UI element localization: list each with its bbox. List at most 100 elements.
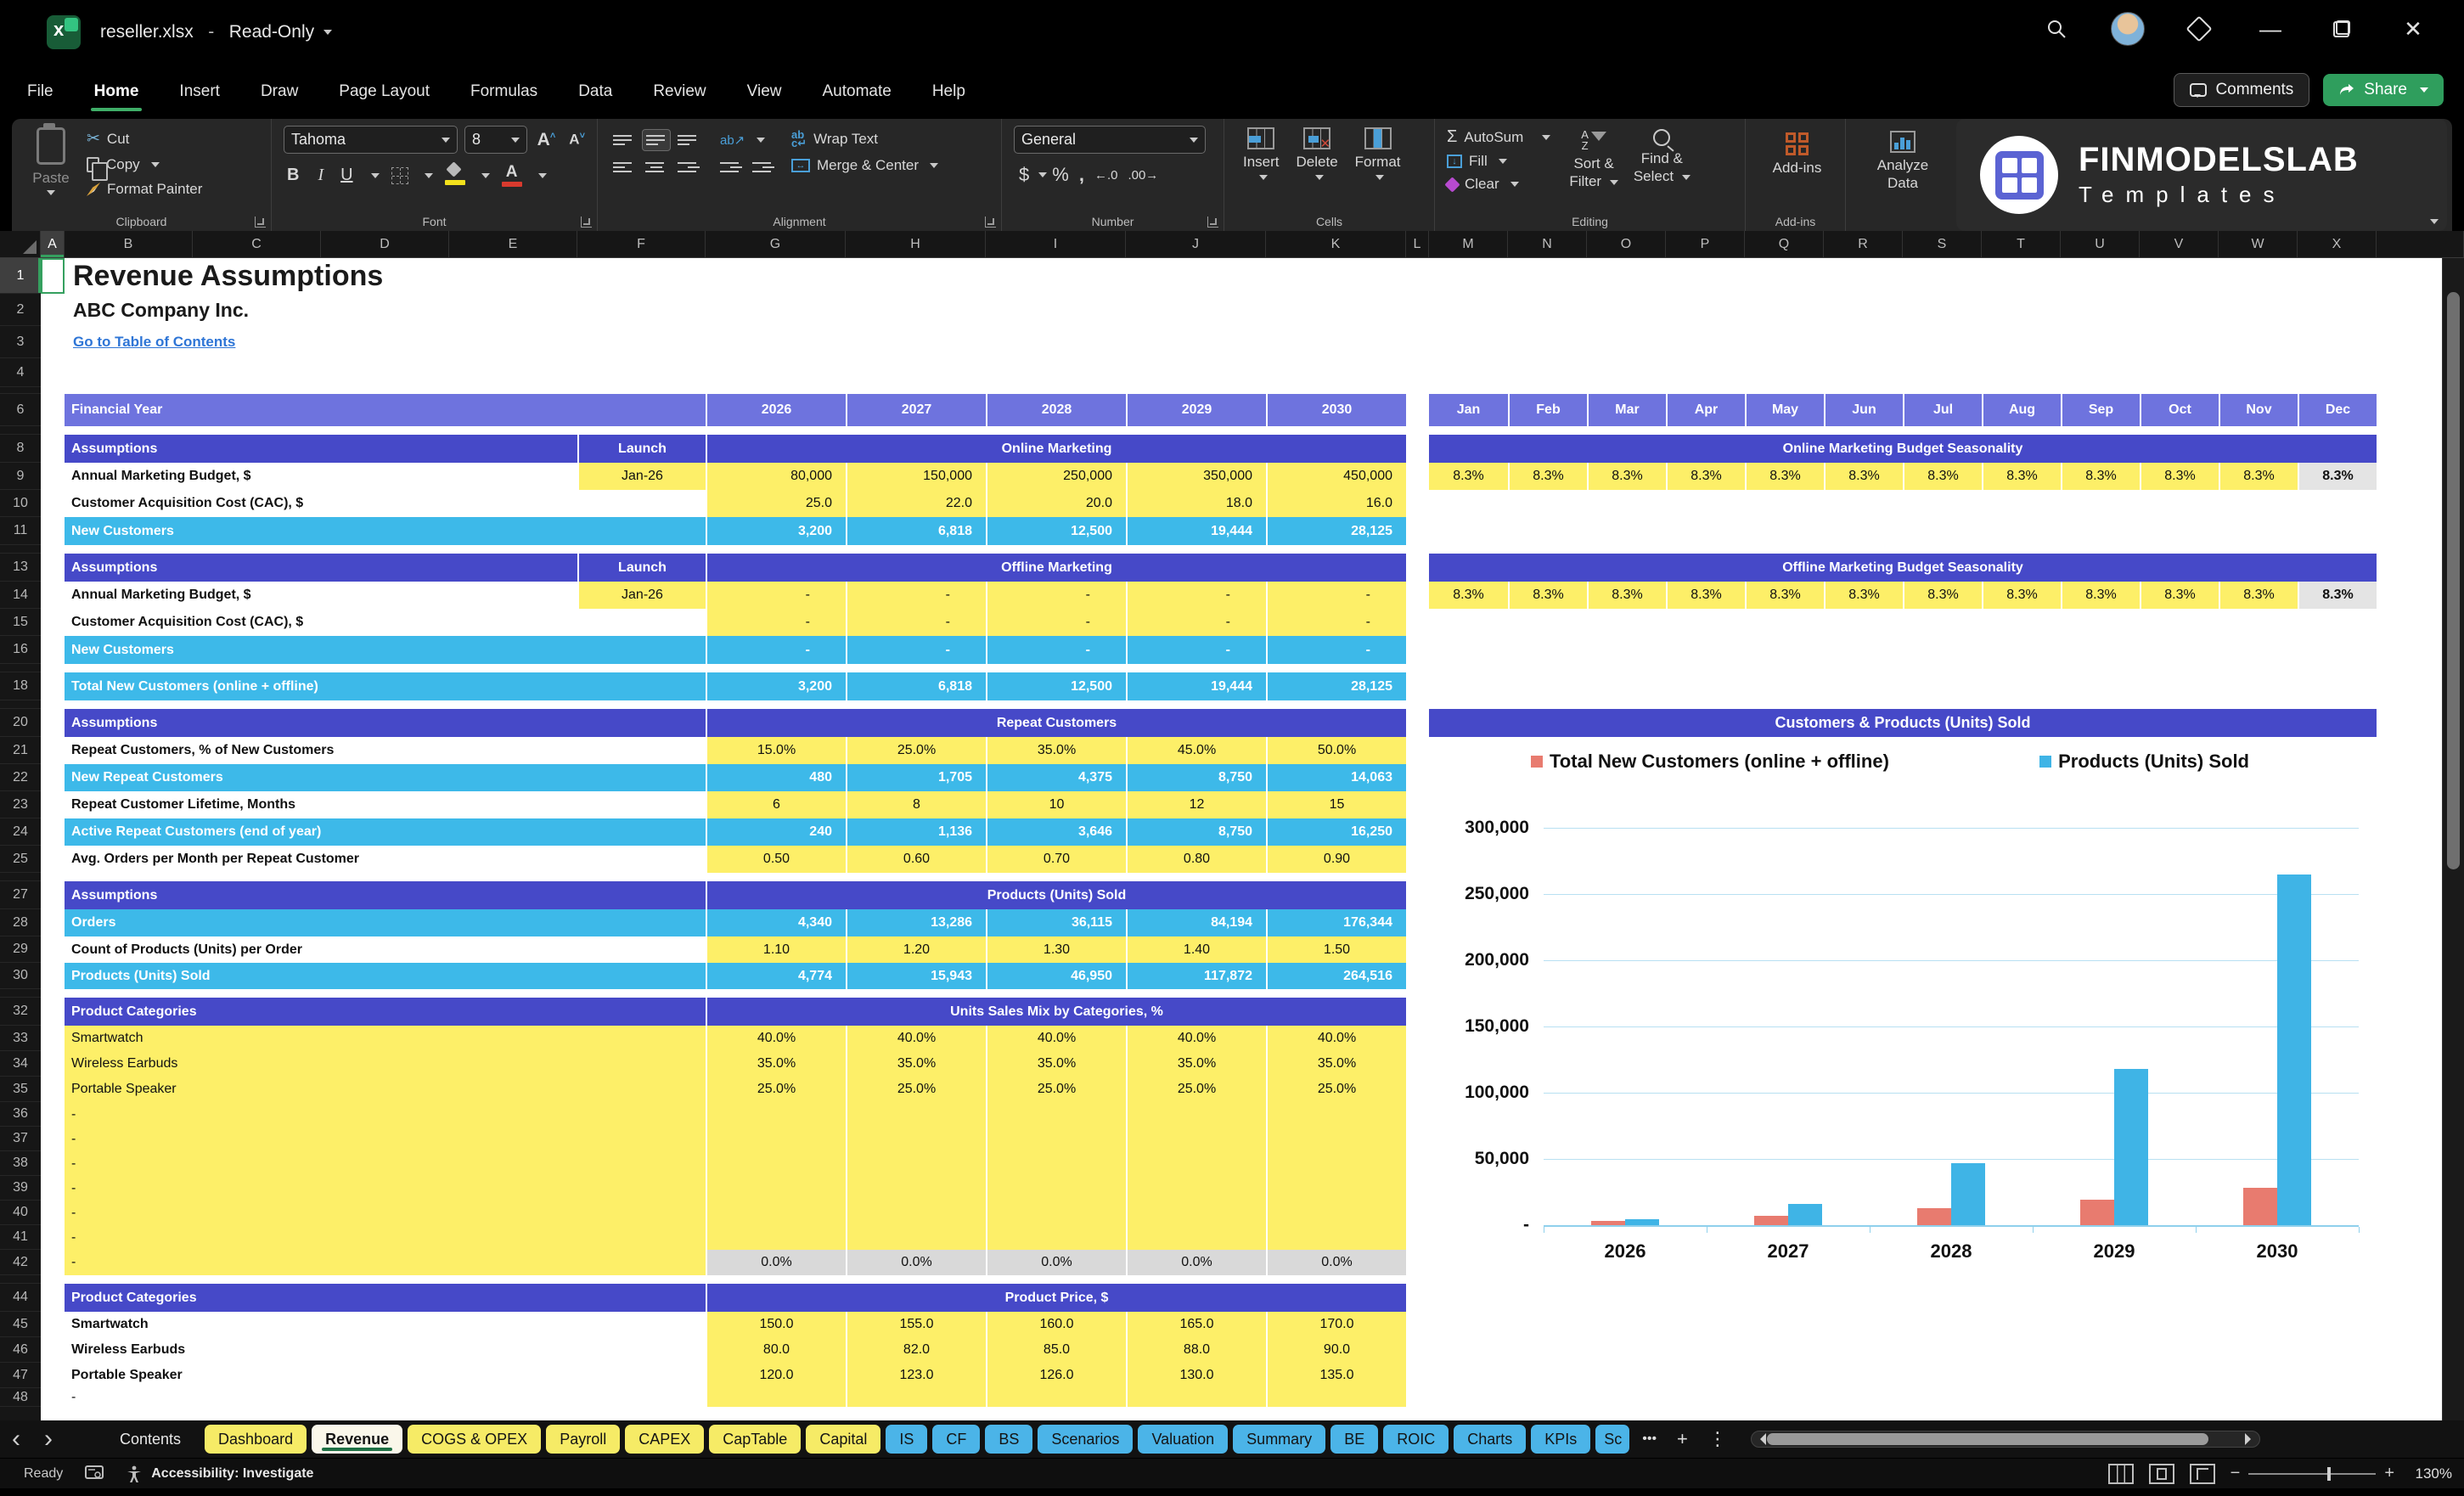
hscroll-right-icon[interactable] [2244, 1433, 2257, 1445]
row-header-17[interactable] [0, 664, 41, 672]
tab-options-icon[interactable]: ⋮ [1698, 1428, 1737, 1450]
select-all-corner[interactable] [0, 231, 41, 257]
calc-cell[interactable]: 28,125 [1266, 672, 1406, 700]
align-right-icon[interactable] [674, 156, 703, 178]
tab-draw[interactable]: Draw [259, 77, 300, 106]
align-middle-icon[interactable] [642, 129, 671, 151]
orientation-icon[interactable]: ab↗ [717, 129, 745, 151]
input-cell[interactable]: 120.0 [706, 1363, 846, 1388]
calc-cell[interactable]: 6,818 [846, 672, 986, 700]
sheet-tab-roic[interactable]: ROIC [1383, 1425, 1449, 1454]
collapse-ribbon-icon[interactable] [2426, 214, 2439, 229]
zoom-out-icon[interactable]: − [2231, 1464, 2241, 1483]
category-label[interactable]: - [65, 1102, 706, 1127]
increase-decimal-icon[interactable]: ←.0 [1089, 168, 1123, 183]
row-header-20[interactable]: 20 [0, 709, 41, 737]
input-cell[interactable]: 8 [846, 791, 986, 818]
column-header-B[interactable]: B [65, 231, 193, 257]
input-cell[interactable]: 6 [706, 791, 846, 818]
input-cell[interactable] [706, 1201, 846, 1225]
calc-cell[interactable]: 4,375 [986, 764, 1126, 791]
calc-cell[interactable]: 176,344 [1266, 909, 1406, 936]
input-cell[interactable] [1126, 1388, 1266, 1407]
calc-cell[interactable]: 1,136 [846, 818, 986, 846]
input-cell[interactable]: 16.0 [1266, 490, 1406, 517]
normal-view-icon[interactable] [2107, 1463, 2134, 1484]
input-cell[interactable]: - [706, 582, 846, 609]
tabs-scroll-left-icon[interactable]: ‹ [0, 1426, 32, 1452]
cell-A15[interactable] [41, 609, 65, 636]
row-header-19[interactable] [0, 700, 41, 709]
addins-button[interactable]: Add-ins [1758, 126, 1837, 177]
italic-button[interactable]: I [314, 166, 327, 185]
input-cell[interactable]: 165.0 [1126, 1312, 1266, 1337]
clear-button[interactable]: Clear [1444, 176, 1550, 193]
total-cell[interactable]: 0.0% [1266, 1250, 1406, 1275]
cell-A36[interactable] [41, 1102, 65, 1127]
input-cell[interactable] [986, 1102, 1126, 1127]
seasonality-cell[interactable]: 8.3% [1508, 582, 1587, 609]
column-header-N[interactable]: N [1508, 231, 1587, 257]
cell-A44[interactable] [41, 1284, 65, 1312]
tab-page-layout[interactable]: Page Layout [337, 77, 431, 106]
calc-cell[interactable]: - [986, 636, 1126, 664]
copy-button[interactable]: Copy [87, 156, 202, 181]
find-select-button[interactable]: Find & Select [1634, 127, 1690, 191]
cell-A29[interactable] [41, 936, 65, 963]
align-top-icon[interactable] [610, 129, 639, 151]
tabs-overflow-icon[interactable]: ••• [1632, 1431, 1667, 1447]
tab-help[interactable]: Help [931, 77, 967, 106]
cell-A21[interactable] [41, 737, 65, 764]
calc-cell[interactable]: 36,115 [986, 909, 1126, 936]
seasonality-cell[interactable]: 8.3% [1666, 582, 1745, 609]
fill-color-button[interactable] [444, 166, 465, 185]
cell-A42[interactable] [41, 1250, 65, 1275]
calc-cell[interactable]: 480 [706, 764, 846, 791]
vertical-scrollbar[interactable] [2442, 258, 2464, 1420]
decrease-decimal-icon[interactable]: .00→ [1122, 168, 1163, 183]
cell-A46[interactable] [41, 1337, 65, 1363]
comma-format-icon[interactable]: , [1074, 164, 1089, 186]
cell-A25[interactable] [41, 846, 65, 873]
row-header-25[interactable]: 25 [0, 846, 41, 873]
input-cell[interactable]: - [986, 609, 1126, 636]
seasonality-cell[interactable]: 8.3% [1982, 463, 2061, 490]
align-left-icon[interactable] [610, 156, 639, 178]
input-cell[interactable]: 35.0% [1126, 1051, 1266, 1077]
column-header-R[interactable]: R [1824, 231, 1903, 257]
calc-cell[interactable]: 3,200 [706, 672, 846, 700]
cell-A10[interactable] [41, 490, 65, 517]
input-cell[interactable] [986, 1388, 1126, 1407]
category-label[interactable]: - [65, 1127, 706, 1151]
column-header-V[interactable]: V [2140, 231, 2219, 257]
row-header-12[interactable] [0, 545, 41, 554]
hscroll-left-icon[interactable] [1754, 1433, 1766, 1445]
calc-cell[interactable]: 14,063 [1266, 764, 1406, 791]
input-cell[interactable]: 25.0% [846, 737, 986, 764]
seasonality-cell[interactable]: 8.3% [1429, 463, 1508, 490]
row-header-15[interactable]: 15 [0, 609, 41, 636]
category-label[interactable]: - [65, 1225, 706, 1250]
column-header-E[interactable]: E [449, 231, 577, 257]
seasonality-cell[interactable]: 8.3% [1903, 463, 1982, 490]
seasonality-cell[interactable]: 8.3% [1666, 463, 1745, 490]
input-cell[interactable]: - [1266, 609, 1406, 636]
input-cell[interactable] [1126, 1127, 1266, 1151]
tab-data[interactable]: Data [577, 77, 614, 106]
seasonality-cell[interactable]: 8.3% [2140, 582, 2219, 609]
sheet-tab-cogs-opex[interactable]: COGS & OPEX [408, 1425, 542, 1454]
vertical-scrollbar-thumb[interactable] [2447, 292, 2460, 869]
input-cell[interactable]: - [846, 582, 986, 609]
input-cell[interactable]: 25.0% [1126, 1077, 1266, 1102]
sheet-tab-is[interactable]: IS [886, 1425, 928, 1454]
cell-A9[interactable] [41, 463, 65, 490]
input-cell[interactable]: 350,000 [1126, 463, 1266, 490]
input-cell[interactable]: 1.10 [706, 936, 846, 963]
cell-A6[interactable] [41, 394, 65, 426]
input-cell[interactable]: 1.30 [986, 936, 1126, 963]
decrease-font-icon[interactable]: A˅ [565, 131, 588, 149]
cell-A5[interactable] [41, 387, 65, 394]
input-cell[interactable]: 0.70 [986, 846, 1126, 873]
input-cell[interactable] [986, 1225, 1126, 1250]
format-painter-button[interactable]: Format Painter [87, 181, 202, 198]
